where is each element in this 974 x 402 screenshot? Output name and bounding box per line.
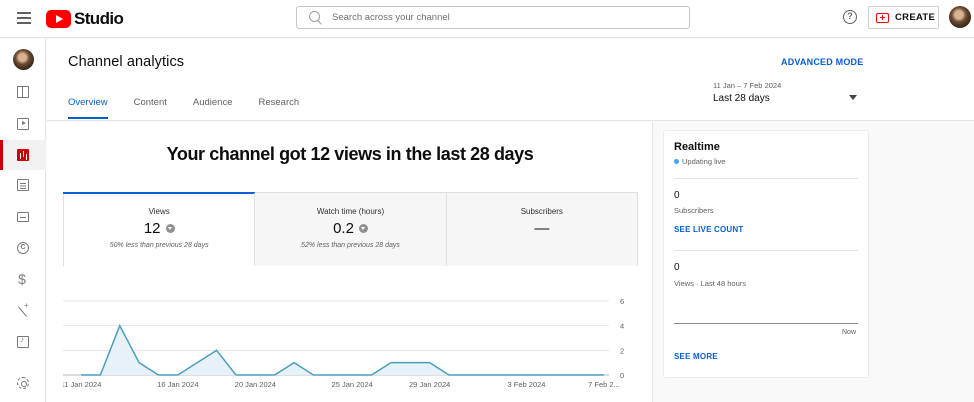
realtime-subscribers-value: 0	[674, 190, 680, 201]
earn-icon: $	[18, 271, 26, 287]
search-input[interactable]	[332, 10, 672, 25]
divider	[674, 250, 858, 251]
trend-down-icon	[358, 224, 368, 233]
metric-tab-watch-time[interactable]: Watch time (hours) 0.2 52% less than pre…	[254, 193, 446, 266]
metric-value: 0.2	[255, 220, 445, 237]
youtube-play-icon	[46, 10, 71, 28]
views-headline: Your channel got 12 views in the last 28…	[166, 144, 534, 164]
page-title: Channel analytics	[68, 54, 185, 70]
realtime-title: Realtime	[674, 141, 720, 153]
analytics-tabs: Overview Content Audience Research	[68, 97, 325, 119]
help-icon[interactable]: ?	[843, 10, 857, 24]
divider	[674, 178, 858, 179]
chart-x-tick-label: 3 Feb 2024	[508, 380, 546, 389]
metric-value-text: 12	[143, 220, 161, 237]
realtime-chart-axis	[674, 323, 858, 324]
search-icon[interactable]	[309, 11, 320, 22]
create-label: CREATE	[895, 12, 936, 23]
metric-value-text: 0.2	[333, 220, 354, 237]
analytics-icon	[17, 149, 29, 161]
metric-tabs: Views 12 50% less than previous 28 days …	[62, 192, 638, 266]
audio-library-icon	[17, 335, 29, 348]
account-avatar[interactable]	[949, 6, 971, 28]
sidebar-item-settings[interactable]	[0, 368, 46, 398]
chart-y-tick-label: 4	[620, 322, 624, 331]
sidebar-item-content[interactable]	[0, 109, 46, 139]
sidebar-item-customisation[interactable]	[0, 296, 46, 326]
tab-content[interactable]: Content	[134, 97, 167, 119]
chart-x-tick-label: 25 Jan 2024	[332, 380, 373, 389]
realtime-views-label: Views · Last 48 hours	[674, 279, 746, 288]
metric-value-text: —	[534, 220, 550, 237]
overview-card: Your channel got 12 views in the last 28…	[47, 122, 653, 402]
sidebar-item-subtitles[interactable]	[0, 202, 46, 232]
metric-value: —	[447, 220, 637, 237]
dropdown-caret-icon	[849, 95, 857, 100]
comments-icon	[17, 179, 29, 191]
realtime-views-value: 0	[674, 262, 680, 273]
realtime-subscribers-label: Subscribers	[674, 206, 714, 215]
chart-x-tick-label: 16 Jan 2024	[157, 380, 198, 389]
create-button[interactable]: CREATE	[868, 6, 939, 29]
chart-x-tick-label: 29 Jan 2024	[409, 380, 450, 389]
sidebar-item-analytics[interactable]	[0, 140, 46, 170]
chart-x-tick-label: 11 Jan 2024	[63, 380, 101, 389]
advanced-mode-button[interactable]: ADVANCED MODE	[781, 57, 863, 67]
chart-x-tick-label: 7 Feb 2...	[588, 380, 620, 389]
settings-icon	[17, 377, 29, 389]
views-chart: 6 4 2 0 11 Jan 2024 16 Jan 2024 20 Jan 2024 25 …	[63, 297, 624, 389]
chart-y-tick-label: 2	[620, 346, 624, 355]
top-bar: Studio ? CREATE	[0, 0, 974, 38]
tab-research[interactable]: Research	[259, 97, 300, 119]
metric-tab-views[interactable]: Views 12 50% less than previous 28 days	[62, 192, 256, 266]
logo-text: Studio	[74, 9, 124, 28]
metric-comparison: 52% less than previous 28 days	[301, 242, 400, 249]
create-video-icon	[876, 12, 889, 23]
tab-audience[interactable]: Audience	[193, 97, 233, 119]
sidebar: C $	[0, 39, 46, 402]
channel-avatar[interactable]	[13, 49, 34, 70]
customisation-icon	[17, 301, 29, 317]
metric-label: Subscribers	[520, 207, 563, 216]
date-range-picker[interactable]: 11 Jan – 7 Feb 2024 Last 28 days	[713, 81, 860, 113]
copyright-icon: C	[17, 242, 29, 254]
see-more-link[interactable]: SEE MORE	[674, 352, 718, 361]
subtitles-icon	[17, 212, 29, 222]
sidebar-item-earn[interactable]: $	[0, 264, 46, 294]
sidebar-item-audio-library[interactable]	[0, 327, 46, 357]
studio-logo[interactable]: Studio	[46, 9, 124, 29]
metric-label: Views	[148, 207, 170, 216]
trend-down-icon	[165, 224, 175, 233]
see-live-count-link[interactable]: SEE LIVE COUNT	[674, 225, 743, 234]
tab-overview[interactable]: Overview	[68, 97, 108, 119]
search-box[interactable]	[296, 6, 690, 29]
metric-tab-subscribers[interactable]: Subscribers —	[445, 193, 637, 266]
page-header: Channel analytics ADVANCED MODE Overview…	[47, 39, 974, 121]
dashboard-icon	[17, 86, 29, 98]
sidebar-item-comments[interactable]	[0, 170, 46, 200]
metric-label: Watch time (hours)	[316, 207, 385, 216]
realtime-now-label: Now	[842, 329, 857, 336]
realtime-card: Realtime Updating live 0 Subscribers SEE…	[664, 131, 868, 377]
realtime-status: Updating live	[674, 157, 725, 166]
metric-value: 12	[64, 220, 254, 237]
metric-comparison: 50% less than previous 28 days	[109, 242, 209, 249]
chart-y-tick-label: 0	[620, 371, 624, 380]
content-icon	[17, 118, 29, 130]
sidebar-item-dashboard[interactable]	[0, 77, 46, 107]
menu-icon[interactable]	[17, 12, 31, 24]
live-dot-icon	[674, 159, 679, 164]
date-period-label: Last 28 days	[713, 93, 770, 104]
sidebar-item-copyright[interactable]: C	[0, 233, 46, 263]
date-range-text: 11 Jan – 7 Feb 2024	[713, 81, 782, 90]
realtime-status-text: Updating live	[682, 157, 726, 166]
chart-x-tick-label: 20 Jan 2024	[235, 380, 276, 389]
chart-y-tick-label: 6	[620, 297, 624, 306]
